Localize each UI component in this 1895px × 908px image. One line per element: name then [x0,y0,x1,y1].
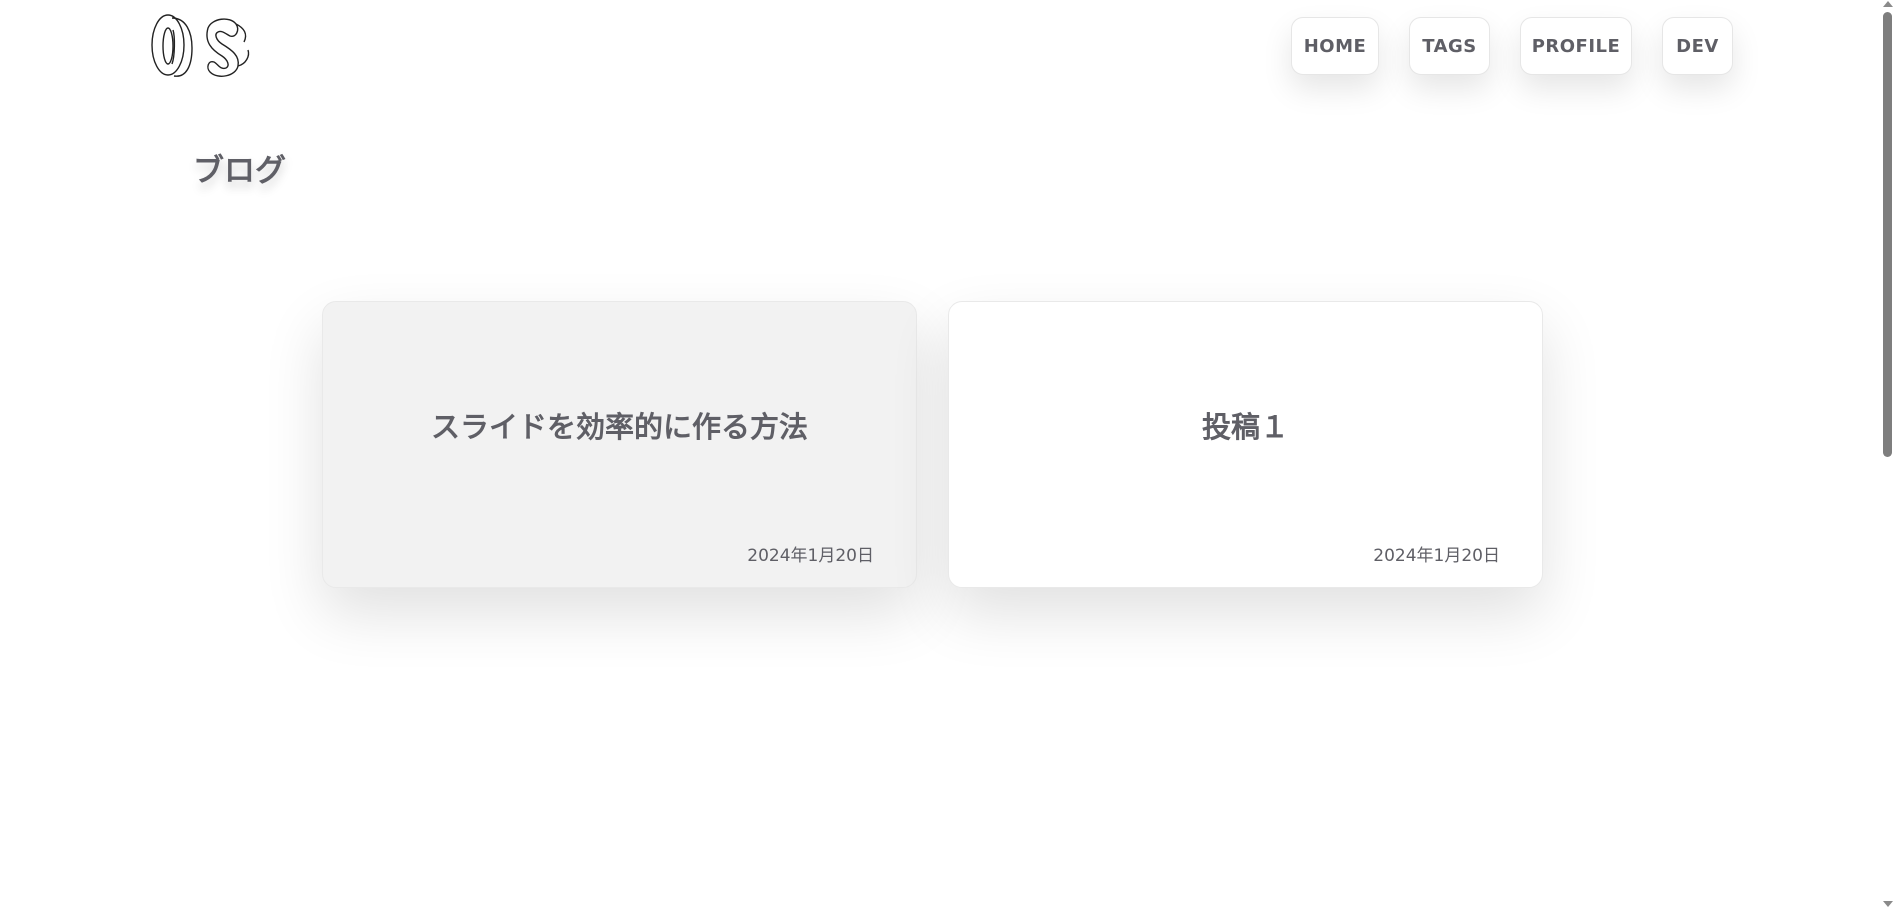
scroll-down-arrow-icon[interactable] [1883,901,1893,907]
nav-dev-button[interactable]: DEV [1662,17,1733,75]
post-card[interactable]: スライドを効率的に作る方法 2024年1月20日 [322,301,917,588]
post-title: スライドを効率的に作る方法 [430,410,808,444]
post-date: 2024年1月20日 [1373,546,1500,566]
post-title: 投稿１ [1201,410,1289,444]
vertical-scrollbar[interactable] [1880,0,1895,908]
scroll-up-arrow-icon[interactable] [1883,1,1893,7]
post-card[interactable]: 投稿１ 2024年1月20日 [948,301,1543,588]
nav-tags-button[interactable]: TAGS [1409,17,1490,75]
scrollbar-thumb[interactable] [1883,12,1892,457]
post-date: 2024年1月20日 [747,546,874,566]
page-title: ブログ [193,153,286,189]
nav-home-button[interactable]: HOME [1291,17,1379,75]
top-nav: HOME TAGS PROFILE DEV [0,17,1895,77]
page: HOME TAGS PROFILE DEV ブログ スライドを効率的に作る方法 … [0,0,1895,908]
nav-profile-button[interactable]: PROFILE [1520,17,1632,75]
